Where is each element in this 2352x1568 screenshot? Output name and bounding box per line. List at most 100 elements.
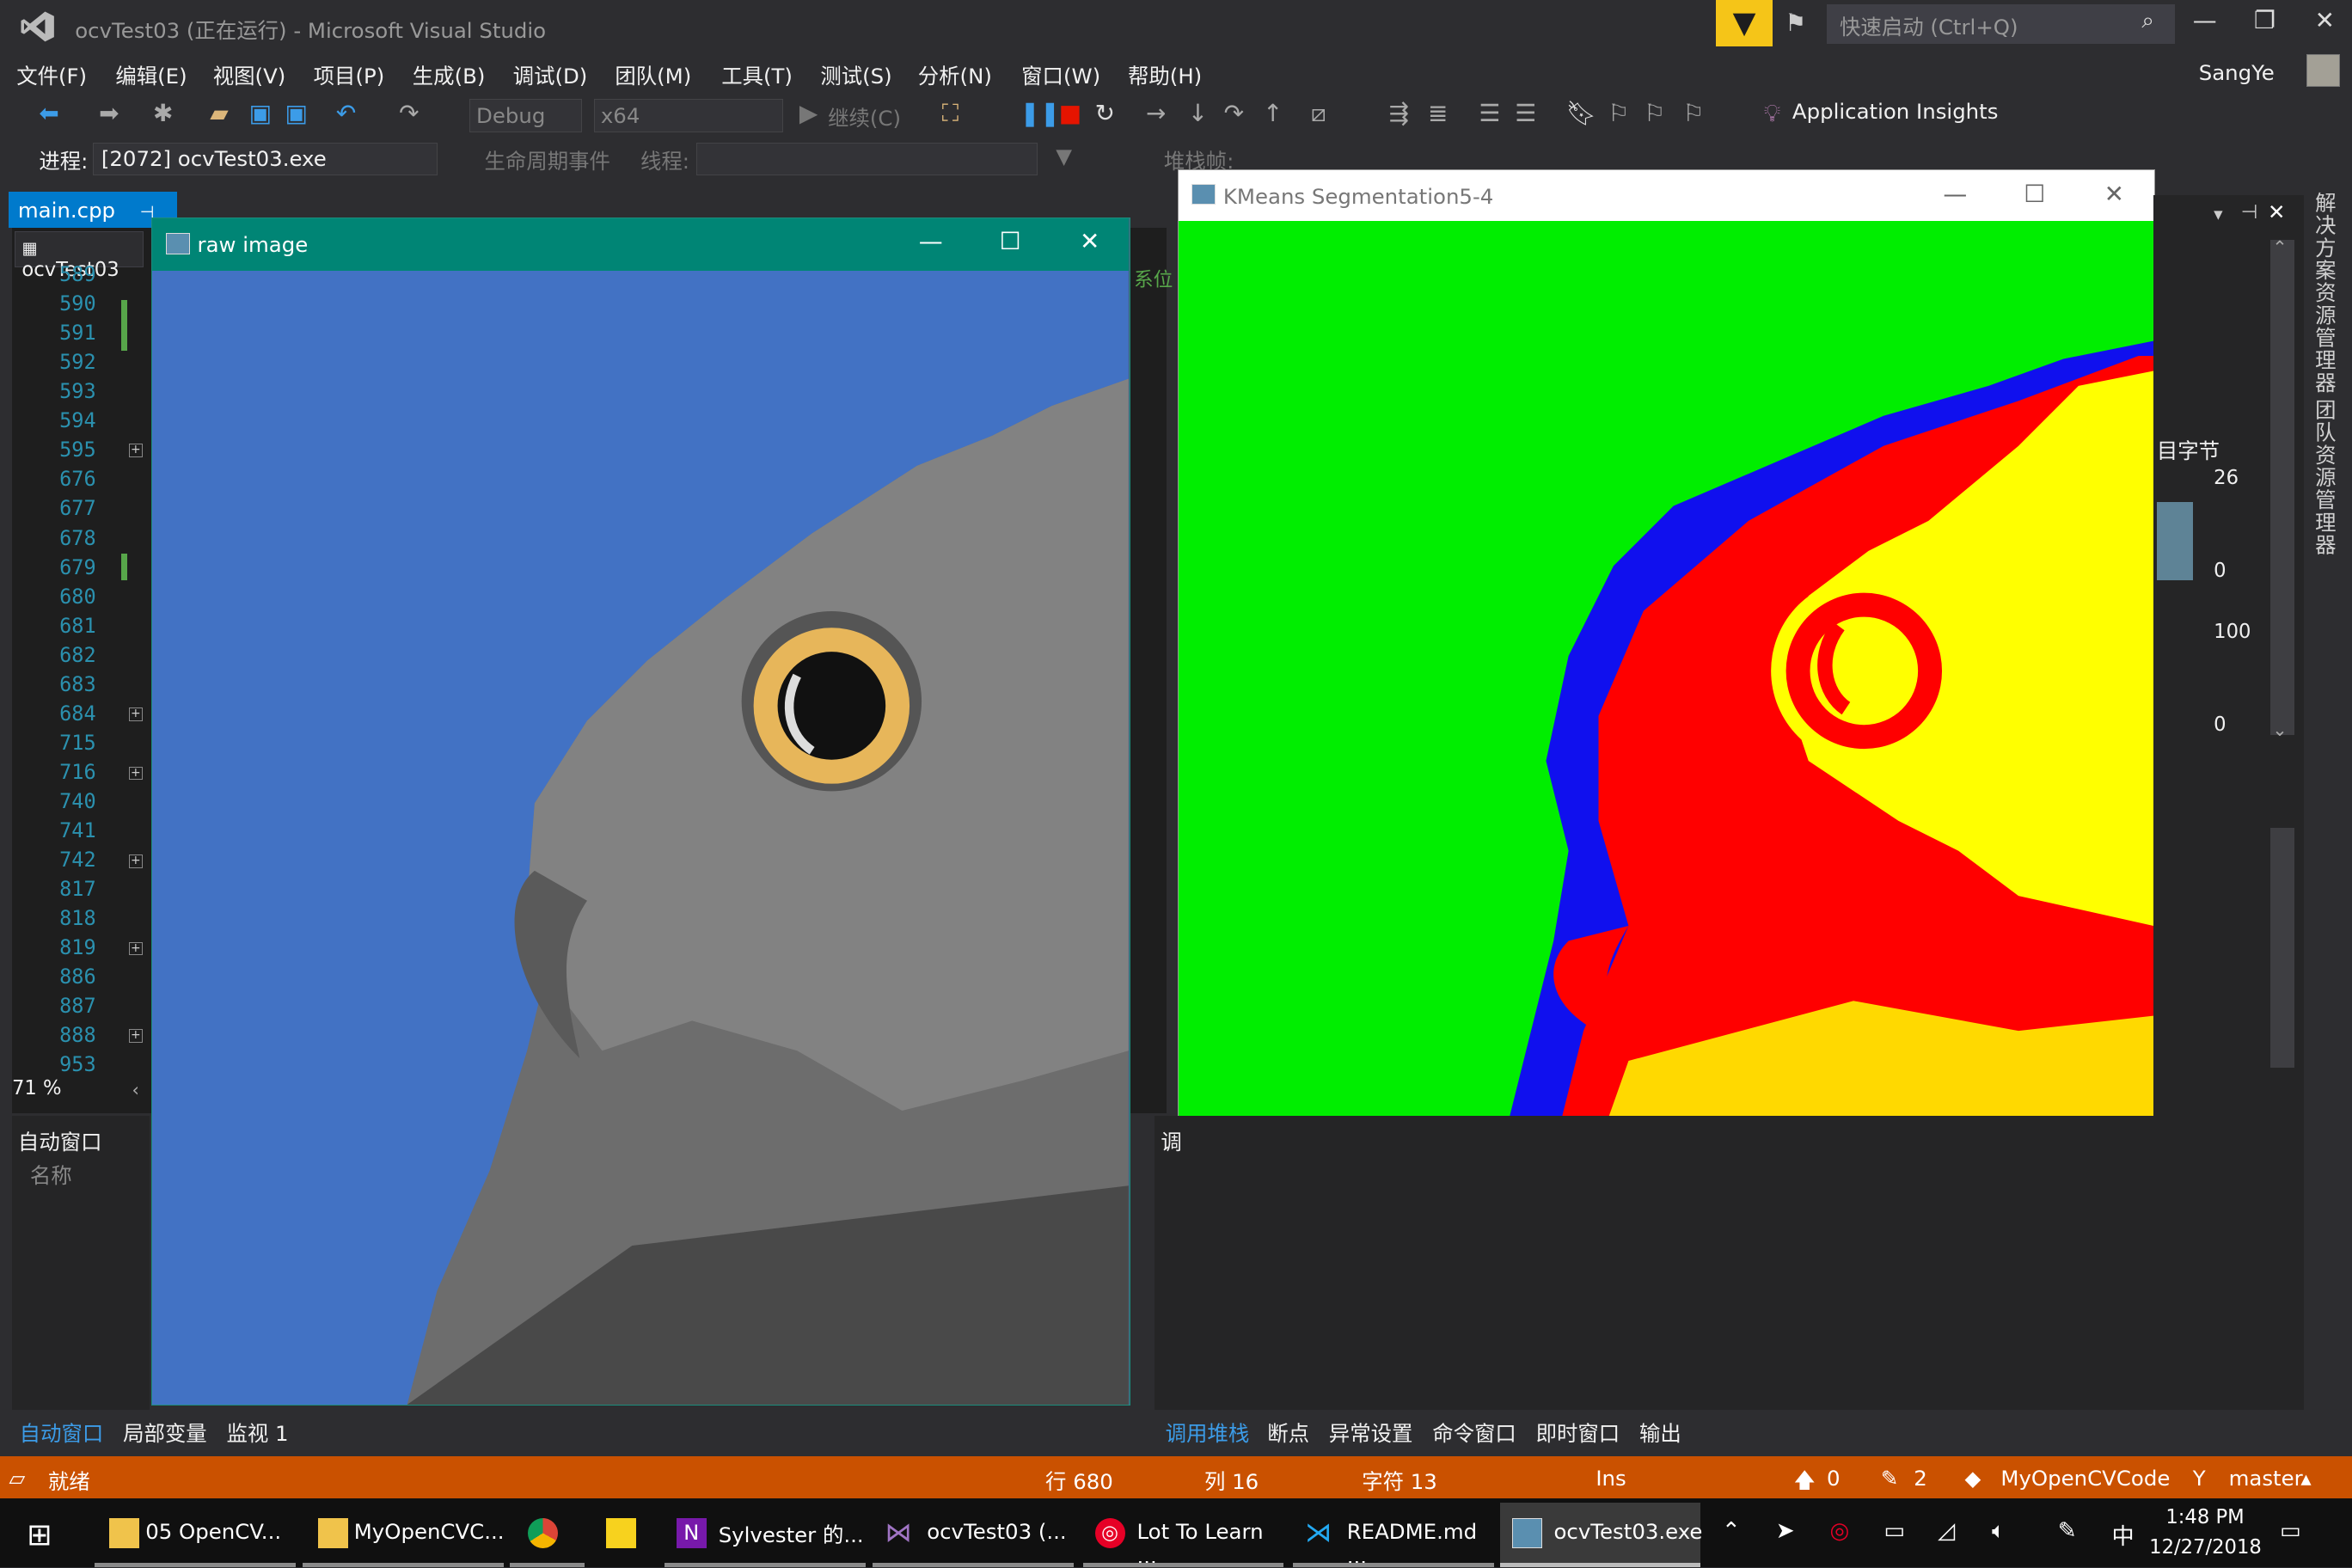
step-out-icon[interactable]: ↑ <box>1263 99 1283 127</box>
close-button[interactable]: ✕ <box>2092 180 2136 208</box>
minimize-button[interactable]: — <box>2177 6 2232 34</box>
taskbar-item-chrome[interactable] <box>510 1503 585 1568</box>
user-name[interactable]: SangYe <box>2199 60 2275 85</box>
restore-button[interactable]: ❐ <box>2238 6 2292 34</box>
tab-immediate-window[interactable]: 即时窗口 <box>1536 1418 1620 1448</box>
taskbar-item-ocvtest03-exe[interactable]: ocvTest03.exe <box>1499 1503 1702 1568</box>
taskbar-item-sticky-notes[interactable] <box>591 1503 657 1565</box>
zoom-select[interactable]: 71 % <box>12 1077 117 1107</box>
tab-watch-1[interactable]: 监视 1 <box>226 1418 288 1448</box>
undo-icon[interactable]: ↶ <box>336 99 356 127</box>
tab-exception-settings[interactable]: 异常设置 <box>1329 1418 1413 1448</box>
step-over-icon[interactable]: ↷ <box>1224 99 1244 127</box>
tab-breakpoints[interactable]: 断点 <box>1267 1418 1309 1448</box>
menu-debug[interactable]: 调试(D) <box>513 60 588 90</box>
fold-toggle[interactable]: + <box>129 444 143 458</box>
scroll-left-icon[interactable]: ‹ <box>132 1080 139 1100</box>
netease-tray-icon[interactable]: ◎ <box>1830 1518 1850 1544</box>
repo-icon[interactable]: ◆ <box>1965 1466 1981 1491</box>
thread-icon[interactable]: ⇶ <box>1389 99 1409 127</box>
branch-name[interactable]: master <box>2229 1466 2303 1491</box>
action-center-icon[interactable]: ▭ <box>2280 1518 2301 1544</box>
kmeans-titlebar[interactable]: KMeans Segmentation5-4 — ☐ ✕ <box>1178 170 2153 222</box>
fold-toggle[interactable]: + <box>129 854 143 869</box>
menu-help[interactable]: 帮助(H) <box>1128 60 1202 90</box>
pencil-icon[interactable]: ✎ <box>1881 1466 1898 1491</box>
pin-icon[interactable]: ⊣ <box>2241 201 2258 224</box>
step-into-icon[interactable]: ↓ <box>1188 99 1208 127</box>
raw-image-window[interactable]: raw image — ☐ ✕ <box>151 217 1131 1406</box>
name-column-header[interactable]: 名称 <box>30 1160 72 1190</box>
taskbar-item-onenote[interactable]: N Sylvester 的... <box>664 1503 866 1568</box>
menu-test[interactable]: 测试(S) <box>820 60 891 90</box>
tab-call-stack[interactable]: 调用堆栈 <box>1166 1418 1250 1448</box>
close-button[interactable]: ✕ <box>1067 227 1112 255</box>
scrollbar[interactable] <box>2270 828 2295 1069</box>
restart-icon[interactable]: ↻ <box>1095 99 1115 127</box>
menu-analyze[interactable]: 分析(N) <box>918 60 992 90</box>
menu-project[interactable]: 项目(P) <box>314 60 385 90</box>
pen-workspace-icon[interactable]: ✎ <box>2058 1518 2077 1544</box>
tab-solution-explorer[interactable]: 解决方案资源管理器 <box>2310 192 2340 394</box>
quick-launch-input[interactable]: 快速启动 (Ctrl+Q) <box>1827 4 2175 44</box>
search-icon[interactable]: ⌕ <box>2141 8 2154 34</box>
taskbar-item-visual-studio[interactable]: ⋈ ocvTest03 (... <box>873 1503 1075 1568</box>
next-bookmark-icon[interactable]: ⚐ <box>1644 99 1665 127</box>
branch-menu-icon[interactable]: ▴ <box>2300 1466 2311 1491</box>
project-nav-select[interactable]: ▦ ocvTest03 <box>15 230 144 281</box>
fold-toggle[interactable]: + <box>129 1028 143 1043</box>
avatar[interactable] <box>2306 53 2340 88</box>
fold-toggle[interactable]: + <box>129 941 143 956</box>
show-hidden-icons-icon[interactable]: ⌃ <box>1722 1518 1741 1544</box>
redo-icon[interactable]: ↷ <box>399 99 419 127</box>
notification-filter-button[interactable]: ▼ <box>1715 0 1773 47</box>
pending-changes-count[interactable]: 2 <box>1914 1466 1927 1491</box>
raw-image-titlebar[interactable]: raw image — ☐ ✕ <box>152 217 1129 272</box>
close-button[interactable]: ✕ <box>2298 6 2352 34</box>
clock-time[interactable]: 1:48 PM <box>2165 1506 2244 1528</box>
bookmark-icon[interactable]: 🔖︎ <box>1565 99 1596 127</box>
menu-edit[interactable]: 编辑(E) <box>115 60 187 90</box>
battery-icon[interactable]: ▭ <box>1883 1518 1905 1544</box>
back-icon[interactable]: ⬅ <box>39 99 58 127</box>
feedback-icon[interactable]: ⚑ <box>1785 9 1806 37</box>
taskbar-item-netease-music[interactable]: ◎ Lot To Learn ... <box>1082 1503 1284 1568</box>
process-attach-icon[interactable]: ⛶ <box>942 99 959 128</box>
tab-locals[interactable]: 局部变量 <box>123 1418 207 1448</box>
tab-command-window[interactable]: 命令窗口 <box>1432 1418 1516 1448</box>
tab-team-explorer[interactable]: 团队资源管理器 <box>2310 399 2340 556</box>
lifecycle-events-button[interactable]: 生命周期事件 <box>485 145 610 175</box>
open-file-icon[interactable]: ▰ <box>210 99 228 127</box>
maximize-button[interactable]: ☐ <box>2012 180 2057 208</box>
new-project-icon[interactable]: ✱ <box>153 99 173 127</box>
menu-build[interactable]: 生成(B) <box>413 60 486 90</box>
menu-tools[interactable]: 工具(T) <box>721 60 793 90</box>
process-select[interactable]: [2072] ocvTest03.exe <box>93 142 438 176</box>
scroll-up-icon[interactable]: ⌃ <box>2272 237 2288 258</box>
menu-file[interactable]: 文件(F) <box>16 60 87 90</box>
network-icon[interactable]: ◿ <box>1938 1518 1955 1544</box>
close-panel-icon[interactable]: ✕ <box>2268 199 2285 224</box>
pause-icon[interactable]: ❚❚ <box>1020 99 1060 127</box>
menu-team[interactable]: 团队(M) <box>615 60 691 90</box>
ime-indicator[interactable]: 中 <box>2112 1518 2135 1551</box>
fold-toggle[interactable]: + <box>129 766 143 781</box>
lightbulb-icon[interactable]: 💡︎ <box>1764 99 1781 128</box>
scrollbar[interactable] <box>2270 240 2295 735</box>
menu-view[interactable]: 视图(V) <box>213 60 286 90</box>
taskbar-item-explorer-2[interactable]: MyOpenCVC... <box>303 1503 504 1568</box>
comment-icon[interactable]: ☰ <box>1479 99 1500 127</box>
filter-icon[interactable]: ▼ <box>1056 144 1072 168</box>
panel-dropdown-icon[interactable]: ▾ <box>2214 204 2223 224</box>
stack-icon[interactable]: ≣ <box>1428 99 1448 127</box>
fold-toggle[interactable]: + <box>129 707 143 722</box>
windows-start-icon[interactable]: ⊞ <box>27 1518 52 1553</box>
scroll-down-icon[interactable]: ⌄ <box>2272 720 2288 740</box>
platform-select[interactable]: x64 <box>593 99 783 132</box>
taskbar-item-explorer-1[interactable]: 05 OpenCV... <box>94 1503 296 1568</box>
uncomment-icon[interactable]: ☰ <box>1515 99 1536 127</box>
continue-icon[interactable]: ▶ <box>799 99 818 127</box>
clear-bookmarks-icon[interactable]: ⚐ <box>1683 99 1705 127</box>
stop-icon[interactable]: ■ <box>1059 99 1081 127</box>
hex-display-icon[interactable]: ⧄ <box>1311 99 1326 128</box>
